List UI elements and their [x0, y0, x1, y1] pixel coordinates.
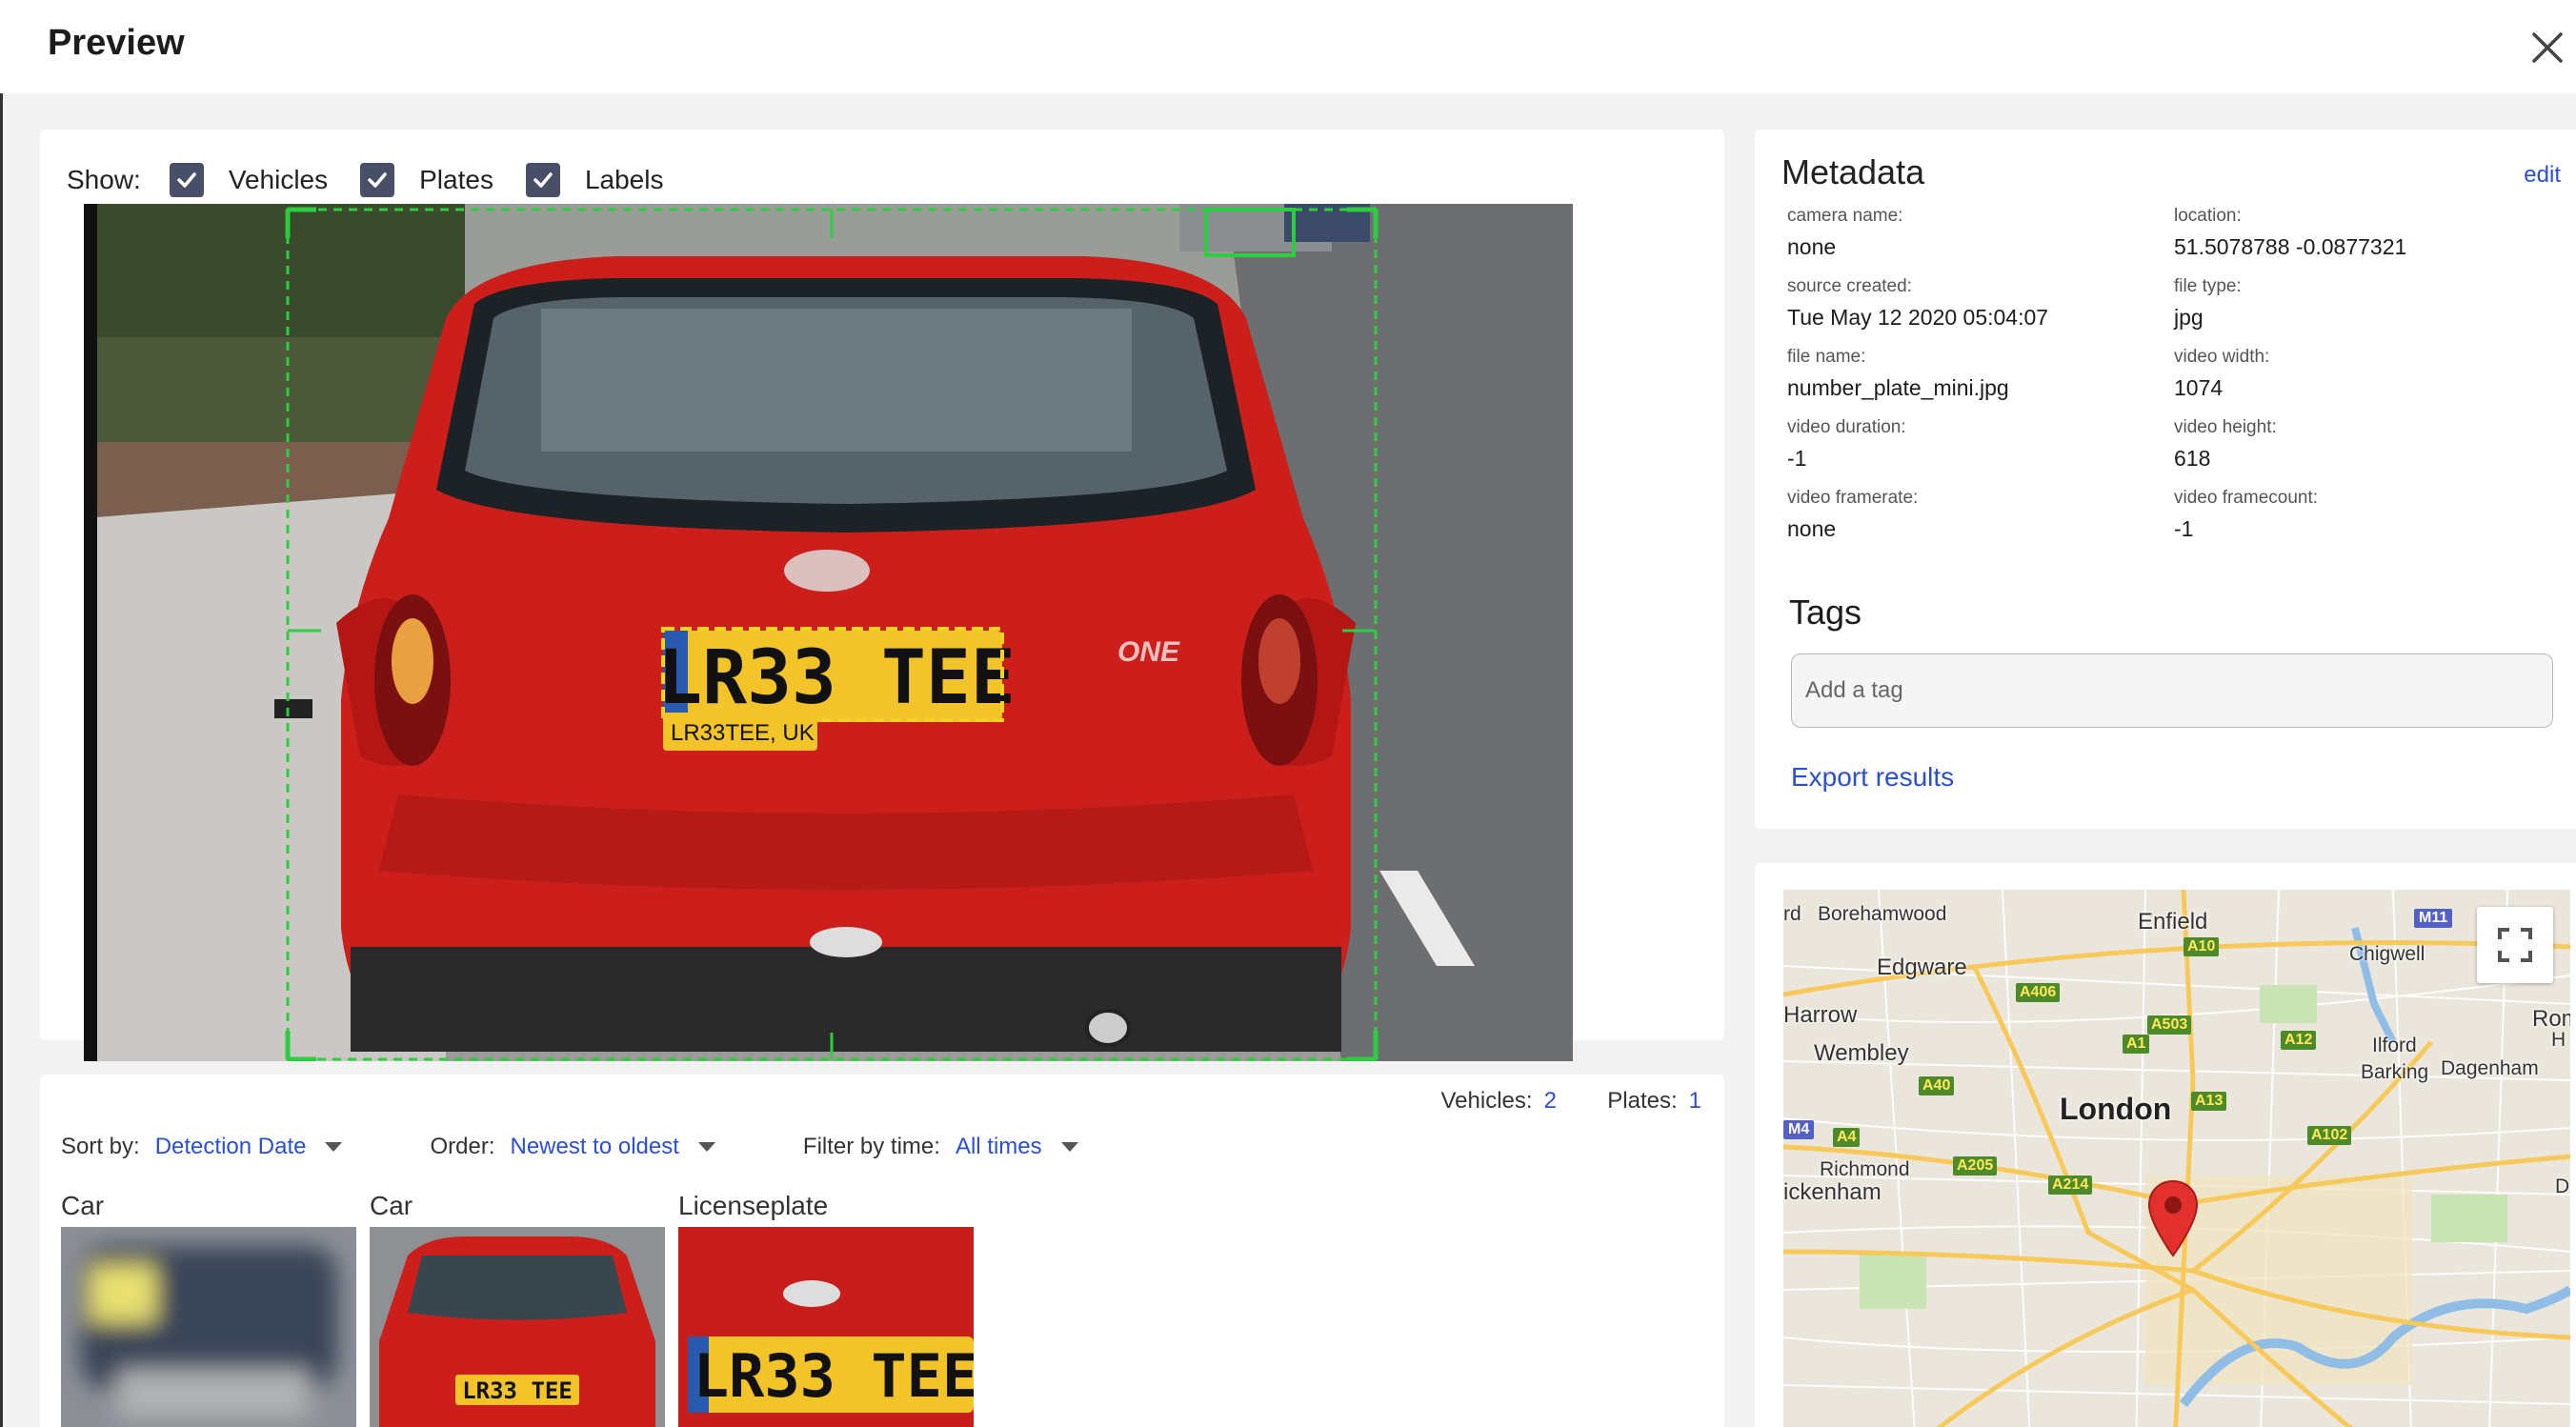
plates-checkbox[interactable] — [360, 163, 395, 197]
check-icon — [533, 172, 553, 188]
filter-label: Filter by time: — [802, 1134, 940, 1159]
meta-video-framerate: video framerate: none — [1787, 488, 1919, 541]
preview-card: Show: Vehicles Plates Labels LR33 TEE ON… — [40, 130, 1724, 1061]
road-shield: A102 — [2307, 1126, 2352, 1145]
road-shield: A503 — [2147, 1015, 2192, 1035]
map-label: Barking — [2361, 1061, 2429, 1083]
meta-video-duration: video duration: -1 — [1787, 417, 1906, 471]
map-label: Ilford — [2372, 1035, 2417, 1056]
vehicles-count-label: Vehicles: — [1440, 1088, 1533, 1114]
svg-text:LR33 TEE: LR33 TEE — [462, 1377, 573, 1404]
road-shield: A40 — [1919, 1076, 1955, 1095]
order-label: Order: — [430, 1134, 495, 1159]
meta-video-height: video height: 618 — [2174, 417, 2277, 471]
road-shield: A10 — [2184, 937, 2220, 956]
svg-text:LR33TEE, UK: LR33TEE, UK — [671, 720, 815, 746]
map-label: Borehamwood — [1818, 903, 1947, 925]
metadata-title: Metadata — [1781, 152, 1925, 191]
meta-file-name: file name: number_plate_mini.jpg — [1787, 347, 2009, 400]
fullscreen-button[interactable] — [2477, 907, 2553, 983]
thumb-image[interactable] — [61, 1227, 356, 1427]
map-label: Chigwell — [2349, 943, 2425, 965]
map-label: ickenham — [1783, 1179, 1882, 1205]
location-map[interactable]: rd Borehamwood Enfield Edgware Chigwell … — [1783, 890, 2570, 1427]
detection-counts: Vehicles: 2 Plates: 1 — [1441, 1088, 1702, 1115]
road-shield: M4 — [1783, 1120, 1815, 1139]
show-label: Show: — [67, 165, 141, 194]
check-icon — [368, 172, 387, 188]
tags-title: Tags — [1789, 593, 1862, 632]
order-caret-icon[interactable] — [697, 1142, 715, 1152]
svg-text:LR33 TEE: LR33 TEE — [694, 1341, 974, 1411]
export-results-link[interactable]: Export results — [1791, 762, 1954, 793]
map-label: D — [2555, 1176, 2570, 1197]
car-photo: LR33 TEE ONE LR33TEE, UK — [84, 204, 1573, 1061]
detections-card: Vehicles: 2 Plates: 1 Sort by: Detection D… — [40, 1075, 1724, 1427]
map-label: Richmond — [1820, 1158, 1910, 1180]
road-shield: A4 — [1833, 1128, 1861, 1147]
thumb-label: Licenseplate — [678, 1191, 829, 1220]
show-toggles: Show: Vehicles Plates Labels — [67, 158, 695, 202]
location-pin-icon[interactable] — [2147, 1179, 2199, 1257]
page-title: Preview — [48, 23, 185, 63]
map-label: Wembley — [1814, 1040, 1909, 1066]
map-label: Enfield — [2138, 909, 2208, 935]
map-card: rd Borehamwood Enfield Edgware Chigwell … — [1755, 863, 2576, 1427]
road-shield: A13 — [2191, 1092, 2227, 1111]
map-label: H — [2551, 1029, 2566, 1051]
fullscreen-icon — [2498, 928, 2532, 962]
thumb-label: Car — [370, 1191, 413, 1220]
road-shield: M11 — [2414, 909, 2453, 928]
meta-video-width: video width: 1074 — [2174, 347, 2270, 400]
thumb-image[interactable]: LR33 TEE — [370, 1227, 665, 1427]
road-shield: A406 — [2016, 983, 2061, 1002]
detection-thumb-2[interactable]: Car LR33 TEE — [370, 1191, 665, 1427]
map-label: rd — [1783, 903, 1801, 925]
plates-count-label: Plates: — [1607, 1088, 1678, 1114]
add-tag-input[interactable] — [1791, 653, 2553, 728]
vehicles-checkbox[interactable] — [169, 163, 204, 197]
vehicles-count: 2 — [1543, 1088, 1557, 1114]
meta-source-created: source created: Tue May 12 2020 05:04:07 — [1787, 276, 2049, 330]
edit-link[interactable]: edit — [2524, 162, 2561, 189]
meta-camera-name: camera name: none — [1787, 206, 1903, 259]
sort-controls: Sort by: Detection Date Order: Newest to… — [61, 1134, 1078, 1160]
map-label: Edgware — [1877, 955, 1967, 980]
close-icon[interactable] — [2526, 27, 2568, 69]
detection-thumb-1[interactable]: Car — [61, 1191, 356, 1427]
map-label: Dagenham — [2441, 1057, 2539, 1079]
meta-file-type: file type: jpg — [2174, 276, 2242, 330]
detection-image[interactable]: LR33 TEE ONE LR33TEE, UK — [84, 204, 1573, 1061]
detection-thumb-3[interactable]: Licenseplate LR33 TEE — [678, 1191, 974, 1427]
meta-location: location: 51.5078788 -0.0877321 — [2174, 206, 2407, 259]
road-shield: A205 — [1953, 1156, 1998, 1176]
thumb-label: Car — [61, 1191, 105, 1220]
thumb-image[interactable]: LR33 TEE — [678, 1227, 974, 1427]
vehicles-checkbox-label[interactable]: Vehicles — [229, 165, 328, 195]
sort-select[interactable]: Detection Date — [155, 1134, 307, 1160]
plates-count: 1 — [1688, 1088, 1701, 1114]
map-label: Harrow — [1783, 1002, 1858, 1028]
map-label-london: London — [2060, 1092, 2172, 1126]
svg-text:LR33 TEE: LR33 TEE — [657, 635, 1016, 721]
labels-checkbox-label[interactable]: Labels — [585, 165, 664, 195]
filter-select[interactable]: All times — [956, 1134, 1042, 1160]
plates-checkbox-label[interactable]: Plates — [419, 165, 493, 195]
check-icon — [177, 172, 196, 188]
preview-header: Preview — [0, 0, 2576, 93]
order-select[interactable]: Newest to oldest — [510, 1134, 678, 1160]
road-shield: A214 — [2048, 1176, 2093, 1195]
road-shield: A12 — [2281, 1031, 2317, 1050]
meta-video-framecount: video framecount: -1 — [2174, 488, 2319, 541]
labels-checkbox[interactable] — [525, 163, 560, 197]
sort-caret-icon[interactable] — [325, 1142, 343, 1152]
window-edge — [0, 0, 3, 1427]
metadata-card: Metadata edit camera name: none location:… — [1755, 130, 2576, 829]
sort-label: Sort by: — [61, 1134, 140, 1159]
road-shield: A1 — [2123, 1035, 2150, 1054]
svg-text:ONE: ONE — [1117, 636, 1180, 668]
filter-caret-icon[interactable] — [1060, 1142, 1078, 1152]
